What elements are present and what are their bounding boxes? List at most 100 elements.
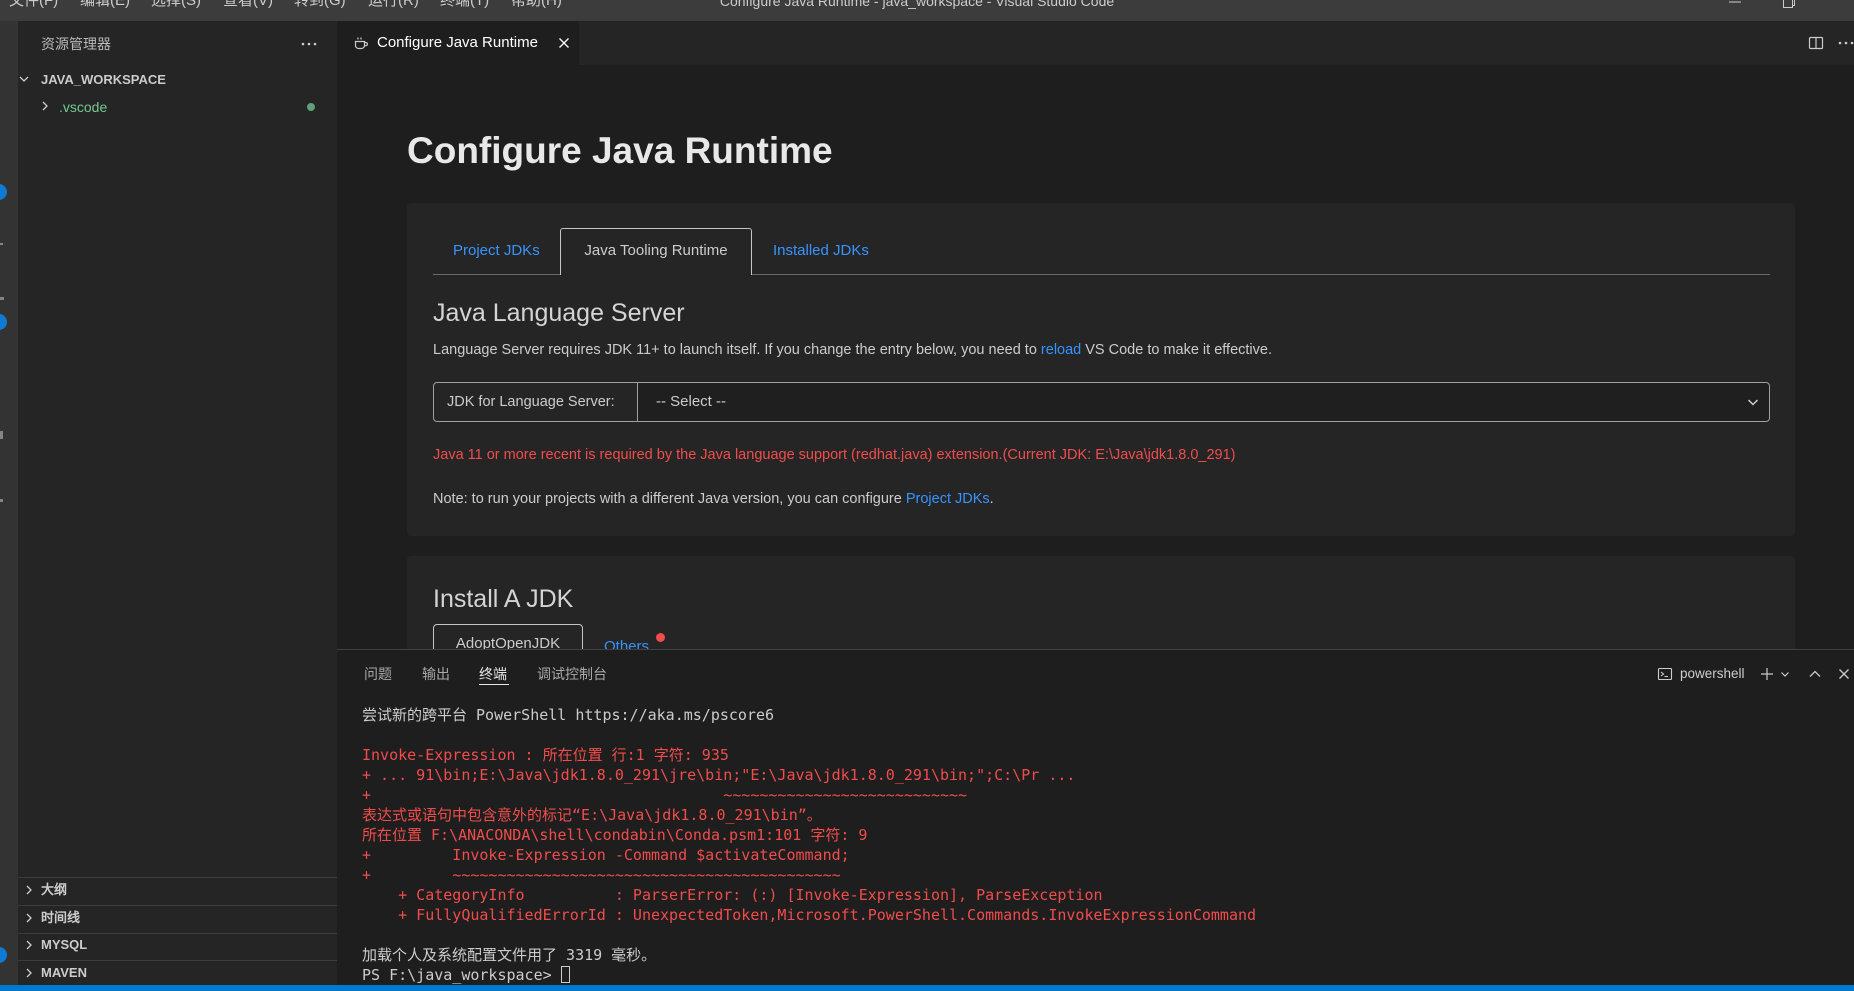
section-label: 大纲	[41, 882, 68, 897]
editor-tab-bar: Configure Java Runtime	[337, 21, 1854, 65]
chevron-down-icon	[1745, 394, 1761, 410]
terminal-line-text: 加载个人及系统配置文件用了 3319 毫秒。	[362, 946, 657, 964]
terminal-line: Invoke-Expression : 所在位置 行:1 字符: 935	[362, 745, 1842, 765]
section-heading: Java Language Server	[433, 299, 685, 327]
activity-icon[interactable]	[0, 243, 3, 245]
close-icon[interactable]	[556, 35, 572, 51]
option-adoptopenjdk[interactable]: AdoptOpenJDK	[433, 624, 583, 649]
section-label: MAVEN	[41, 965, 87, 980]
terminal-line-text: 所在位置 F:\ANACONDA\shell\condabin\Conda.ps…	[362, 826, 868, 844]
configure-java-runtime-view: Configure Java Runtime Project JDKs Java…	[337, 65, 1854, 649]
editor-tab[interactable]: Configure Java Runtime	[337, 21, 579, 65]
terminal-line: PS F:\java_workspace>	[362, 965, 1842, 985]
terminal-line-text: + ~~~~~~~~~~~~~~~~~~~~~~~~~~~	[362, 786, 968, 804]
install-jdk-card: Install A JDK AdoptOpenJDK Others	[407, 556, 1795, 649]
split-editor-icon[interactable]	[1808, 35, 1824, 51]
activity-badge[interactable]	[0, 184, 7, 200]
chevron-down-icon	[18, 71, 32, 87]
terminal-icon[interactable]	[1657, 666, 1673, 682]
terminal-line: 所在位置 F:\ANACONDA\shell\condabin\Conda.ps…	[362, 825, 1842, 845]
terminal-line: + ~~~~~~~~~~~~~~~~~~~~~~~~~~~	[362, 785, 1842, 805]
activity-icon[interactable]	[0, 431, 3, 439]
description-text: VS Code to make it effective.	[1081, 342, 1272, 358]
plus-icon[interactable]	[1759, 666, 1775, 682]
terminal-line-text: 尝试新的跨平台 PowerShell https://aka.ms/pscore…	[362, 706, 775, 724]
window-title: Configure Java Runtime - java_workspace …	[719, 0, 1115, 9]
more-actions-icon[interactable]	[1837, 35, 1854, 51]
git-status-dot	[307, 103, 315, 111]
option-others[interactable]: Others	[604, 637, 649, 649]
explorer-title: 资源管理器	[41, 36, 111, 52]
terminal-line: + ~~~~~~~~~~~~~~~~~~~~~~~~~~~~~~~~~~~~~~…	[362, 865, 1842, 885]
section-maven[interactable]: MAVEN	[18, 962, 337, 985]
active-tab-indicator	[479, 684, 509, 685]
workspace-header[interactable]: JAVA_WORKSPACE	[18, 70, 337, 90]
terminal-line-text: Invoke-Expression : 所在位置 行:1 字符: 935	[362, 746, 729, 764]
note-text: Note: to run your projects with a differ…	[433, 489, 994, 509]
status-bar	[0, 985, 1854, 991]
terminal-line: 表达式或语句中包含意外的标记“E:\Java\jdk1.8.0_291\bin”…	[362, 805, 1842, 825]
section-divider	[18, 877, 337, 878]
restore-icon[interactable]	[1781, 0, 1797, 10]
explorer-sidebar: 资源管理器 JAVA_WORKSPACE .vscode 大纲 时间线 MYSQ…	[18, 21, 337, 985]
section-mysql[interactable]: MYSQL	[18, 934, 337, 960]
terminal-line-text: + FullyQualifiedErrorId : UnexpectedToke…	[362, 906, 1257, 924]
terminal-line-text: + Invoke-Expression -Command $activateCo…	[362, 846, 850, 864]
tab-problems[interactable]: 问题	[364, 665, 392, 683]
terminal-line-text: + CategoryInfo : ParserError: (:) [Invok…	[362, 886, 1103, 904]
workspace-name: JAVA_WORKSPACE	[41, 72, 166, 87]
activity-icon[interactable]	[0, 297, 4, 300]
terminal-line: + CategoryInfo : ParserError: (:) [Invok…	[362, 885, 1842, 905]
title-bar: 文件(F) 编辑(E) 选择(S) 查看(V) 转到(G) 运行(R) 终端(T…	[0, 0, 1854, 21]
section-heading: Install A JDK	[433, 585, 574, 613]
chevron-right-icon	[21, 965, 37, 981]
notification-dot	[656, 633, 665, 642]
tooling-runtime-card: Project JDKs Java Tooling Runtime Instal…	[407, 203, 1795, 536]
terminal-line: + ... 91\bin;E:\Java\jdk1.8.0_291\jre\bi…	[362, 765, 1842, 785]
jdk-select-value: -- Select --	[656, 393, 727, 410]
close-icon[interactable]	[1836, 666, 1852, 682]
note-text-part: Note: to run your projects with a differ…	[433, 491, 906, 507]
activity-badge[interactable]	[0, 947, 7, 963]
project-jdks-link[interactable]: Project JDKs	[906, 491, 990, 507]
tab-label: Java Tooling Runtime	[584, 242, 728, 259]
chevron-right-icon	[37, 98, 53, 114]
section-divider	[18, 905, 337, 906]
tab-terminal[interactable]: 终端	[479, 665, 507, 683]
section-outline[interactable]: 大纲	[18, 879, 337, 905]
terminal-line-text: + ~~~~~~~~~~~~~~~~~~~~~~~~~~~~~~~~~~~~~~…	[362, 866, 841, 884]
section-description: Language Server requires JDK 11+ to laun…	[433, 340, 1272, 360]
tab-installed-jdks[interactable]: Installed JDKs	[773, 241, 869, 261]
more-actions-icon[interactable]	[300, 36, 318, 52]
minimize-icon[interactable]	[1727, 0, 1743, 10]
terminal-line: 加载个人及系统配置文件用了 3319 毫秒。	[362, 945, 1842, 965]
terminal-cursor	[560, 966, 570, 983]
tree-item-vscode[interactable]: .vscode	[18, 97, 337, 117]
terminal-line-text: + ... 91\bin;E:\Java\jdk1.8.0_291\jre\bi…	[362, 766, 1076, 784]
chevron-down-icon[interactable]	[1777, 666, 1793, 682]
tab-project-jdks[interactable]: Project JDKs	[453, 241, 540, 261]
section-timeline[interactable]: 时间线	[18, 907, 337, 933]
tab-java-tooling-runtime[interactable]: Java Tooling Runtime	[560, 228, 752, 275]
section-label: 时间线	[41, 910, 81, 925]
activity-icon[interactable]	[0, 499, 3, 502]
jdk-select[interactable]: -- Select --	[637, 382, 1770, 422]
java-cup-icon	[353, 35, 369, 51]
terminal-line: 尝试新的跨平台 PowerShell https://aka.ms/pscore…	[362, 705, 1842, 725]
description-text: Language Server requires JDK 11+ to laun…	[433, 342, 1041, 358]
activity-badge[interactable]	[0, 314, 7, 330]
jdk-select-group: JDK for Language Server: -- Select --	[433, 382, 1770, 422]
jdk-select-label: JDK for Language Server:	[433, 382, 638, 422]
maximize-panel-icon[interactable]	[1807, 666, 1823, 682]
jdk-error-message: Java 11 or more recent is required by th…	[433, 447, 1236, 463]
terminal-line-text: PS F:\java_workspace>	[362, 966, 561, 984]
tab-output[interactable]: 输出	[422, 665, 450, 683]
terminal-line: + FullyQualifiedErrorId : UnexpectedToke…	[362, 905, 1842, 925]
reload-link[interactable]: reload	[1041, 342, 1081, 358]
terminal-name[interactable]: powershell	[1680, 664, 1745, 684]
tab-debug-console[interactable]: 调试控制台	[537, 665, 607, 683]
editor-tab-label: Configure Java Runtime	[377, 34, 538, 51]
note-text-part: .	[989, 491, 994, 507]
terminal-output[interactable]: 尝试新的跨平台 PowerShell https://aka.ms/pscore…	[362, 705, 1842, 985]
